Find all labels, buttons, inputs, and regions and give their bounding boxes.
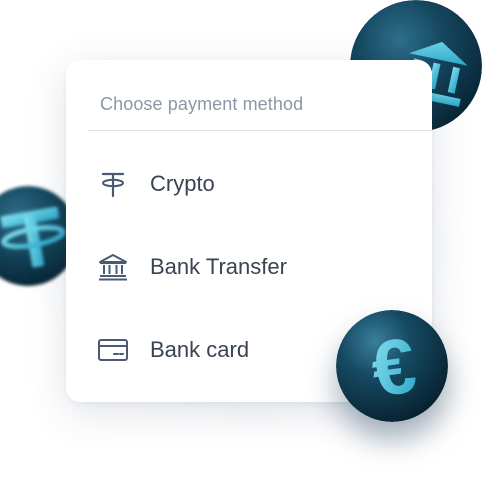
option-crypto-label: Crypto: [150, 171, 215, 196]
euro-coin-icon: €: [336, 310, 448, 422]
option-bank-transfer-label: Bank Transfer: [150, 254, 287, 279]
option-bank-card-label: Bank card: [150, 337, 250, 362]
euro-coin: €: [336, 310, 448, 422]
credit-card-icon: [96, 333, 130, 367]
payment-scene: Choose payment method Crypto Bank Transf…: [0, 0, 500, 490]
tether-icon: [96, 167, 130, 201]
divider: [88, 130, 432, 131]
bank-icon: [96, 250, 130, 284]
card-title: Choose payment method: [100, 94, 304, 114]
option-bank-card[interactable]: Bank card: [96, 328, 249, 372]
option-bank-transfer[interactable]: Bank Transfer: [96, 245, 287, 289]
option-crypto[interactable]: Crypto: [96, 162, 215, 206]
